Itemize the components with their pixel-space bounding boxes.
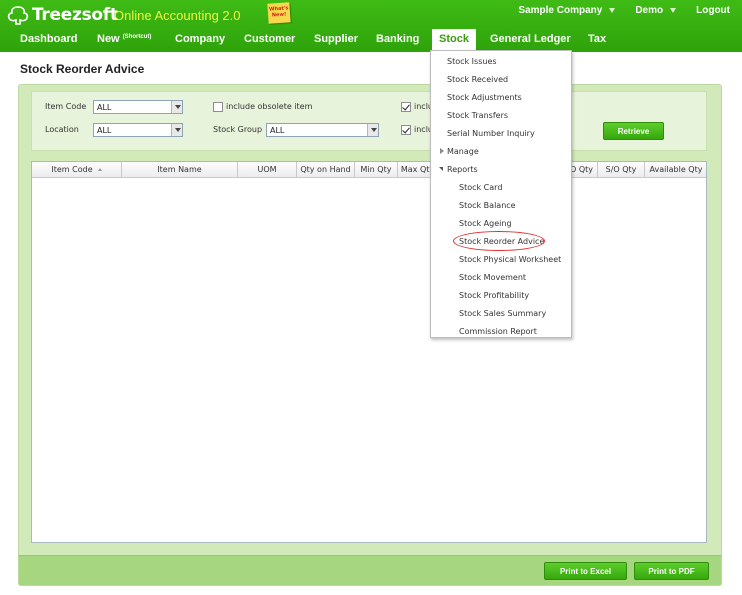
menu-item-stock-card[interactable]: Stock Card	[459, 183, 502, 192]
expand-arrow-icon	[440, 148, 444, 154]
menu-item-stock-profitability[interactable]: Stock Profitability	[459, 291, 529, 300]
stock-group-select[interactable]: ALL	[266, 123, 379, 137]
column-label: Item Code	[51, 165, 93, 174]
retrieve-button[interactable]: Retrieve	[603, 122, 664, 140]
nav-tax[interactable]: Tax	[588, 33, 606, 45]
menu-item-stock-transfers[interactable]: Stock Transfers	[447, 111, 508, 120]
nav-new-shortcut-tag: (Shortcut)	[122, 34, 152, 40]
user-menu[interactable]: Demo	[635, 5, 677, 16]
stock-group-label: Stock Group	[213, 125, 263, 134]
tree-logo-icon	[7, 6, 29, 25]
nav-customer[interactable]: Customer	[244, 33, 295, 45]
menu-item-serial-number-inquiry[interactable]: Serial Number Inquiry	[447, 129, 535, 138]
include-option-1-checkbox[interactable]	[401, 102, 411, 112]
page-title: Stock Reorder Advice	[20, 62, 145, 76]
location-value: ALL	[97, 126, 112, 135]
chevron-down-icon	[609, 8, 616, 13]
print-to-excel-button[interactable]: Print to Excel	[544, 562, 627, 580]
item-code-value: ALL	[97, 103, 112, 112]
sort-icon	[97, 168, 102, 171]
user-name: Demo	[635, 5, 664, 16]
whats-new-sticker[interactable]: What's New!	[267, 2, 291, 24]
menu-item-manage[interactable]: Manage	[447, 147, 479, 156]
menu-item-stock-sales-summary[interactable]: Stock Sales Summary	[459, 309, 546, 318]
account-menu: Sample Company Demo Logout	[518, 5, 742, 16]
menu-item-stock-adjustments[interactable]: Stock Adjustments	[447, 93, 522, 102]
chevron-down-icon	[171, 101, 182, 113]
chevron-down-icon	[171, 124, 182, 136]
main-nav: Dashboard New (Shortcut) Company Custome…	[0, 29, 742, 51]
nav-new-label: New	[97, 33, 120, 45]
nav-new[interactable]: New (Shortcut)	[97, 33, 151, 45]
grid-header: Item Code Item Name UOM Qty on Hand Min …	[32, 162, 706, 178]
stock-dropdown-menu: Stock Issues Stock Received Stock Adjust…	[430, 50, 572, 338]
filter-box: Item Code ALL Location ALL include obsol…	[31, 91, 707, 151]
top-header-bar: Treezsoft Online Accounting 2.0 What's N…	[0, 0, 742, 52]
company-name: Sample Company	[518, 5, 603, 16]
menu-item-commission-report[interactable]: Commission Report	[459, 327, 537, 336]
highlight-circle	[453, 231, 545, 251]
report-panel: Item Code ALL Location ALL include obsol…	[18, 84, 722, 586]
nav-supplier[interactable]: Supplier	[314, 33, 358, 45]
menu-item-stock-balance[interactable]: Stock Balance	[459, 201, 516, 210]
column-label: O Qty	[569, 165, 593, 174]
chevron-down-icon	[367, 124, 378, 136]
stock-group-value: ALL	[270, 126, 285, 135]
column-header-min-qty[interactable]: Min Qty	[355, 162, 398, 178]
menu-item-stock-physical-worksheet[interactable]: Stock Physical Worksheet	[459, 255, 561, 264]
item-code-select[interactable]: ALL	[93, 100, 183, 114]
location-label: Location	[45, 125, 79, 134]
logout-link[interactable]: Logout	[696, 5, 730, 16]
column-header-item-code[interactable]: Item Code	[32, 162, 122, 178]
nav-company[interactable]: Company	[175, 33, 225, 45]
include-obsolete-label: include obsolete item	[226, 102, 313, 111]
chevron-down-icon	[670, 8, 677, 13]
column-header-so-qty[interactable]: S/O Qty	[598, 162, 645, 178]
location-select[interactable]: ALL	[93, 123, 183, 137]
print-to-pdf-button[interactable]: Print to PDF	[634, 562, 709, 580]
brand-tagline: Online Accounting 2.0	[114, 8, 241, 23]
collapse-arrow-icon	[439, 167, 443, 171]
column-header-item-name[interactable]: Item Name	[122, 162, 238, 178]
item-code-label: Item Code	[45, 102, 87, 111]
column-header-uom[interactable]: UOM	[238, 162, 297, 178]
brand-logo[interactable]: Treezsoft	[6, 4, 118, 26]
column-header-available-qty[interactable]: Available Qty	[645, 162, 707, 178]
menu-item-stock-issues[interactable]: Stock Issues	[447, 57, 497, 66]
nav-general-ledger[interactable]: General Ledger	[490, 33, 571, 45]
menu-item-stock-movement[interactable]: Stock Movement	[459, 273, 526, 282]
column-header-qty-on-hand[interactable]: Qty on Hand	[297, 162, 355, 178]
nav-dashboard[interactable]: Dashboard	[20, 33, 77, 45]
nav-banking[interactable]: Banking	[376, 33, 419, 45]
menu-item-stock-received[interactable]: Stock Received	[447, 75, 508, 84]
include-option-2-checkbox[interactable]	[401, 125, 411, 135]
menu-item-stock-ageing[interactable]: Stock Ageing	[459, 219, 512, 228]
nav-stock[interactable]: Stock	[432, 29, 476, 51]
brand-name: Treezsoft	[32, 5, 118, 25]
include-obsolete-checkbox[interactable]	[213, 102, 223, 112]
stock-reorder-grid: Item Code Item Name UOM Qty on Hand Min …	[31, 161, 707, 543]
action-bar: Print to Excel Print to PDF	[19, 555, 721, 585]
company-switcher[interactable]: Sample Company	[518, 5, 616, 16]
menu-item-reports[interactable]: Reports	[447, 165, 478, 174]
